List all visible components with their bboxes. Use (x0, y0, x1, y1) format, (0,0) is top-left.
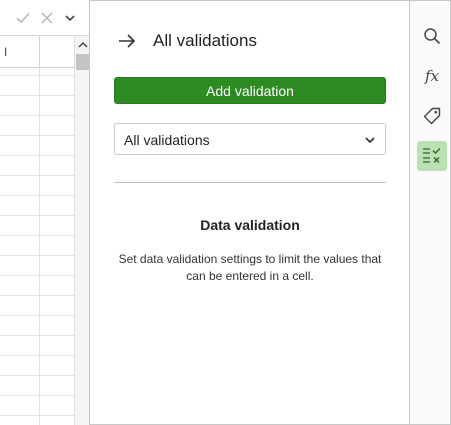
spreadsheet-area: I (0, 0, 90, 425)
collapse-panel-button[interactable] (117, 31, 137, 51)
sidebar-functions-button[interactable]: fx (417, 61, 447, 91)
sidebar-search-button[interactable] (417, 21, 447, 51)
chevron-down-icon (363, 133, 377, 147)
x-icon (41, 12, 53, 24)
chevron-down-icon (65, 15, 75, 22)
column-header-row: I (0, 36, 74, 68)
search-icon (424, 28, 441, 45)
empty-state-title: Data validation (200, 217, 300, 233)
formula-bar (0, 0, 89, 36)
arrow-right-icon (119, 34, 136, 48)
divider (114, 182, 386, 183)
chevron-up-icon (78, 41, 88, 48)
cell-grid[interactable] (0, 68, 74, 425)
column-divider[interactable] (39, 36, 40, 68)
data-validation-icon (423, 148, 441, 163)
confirm-button[interactable] (13, 8, 33, 28)
function-icon: fx (424, 67, 439, 85)
add-validation-button[interactable]: Add validation (114, 77, 386, 104)
validation-filter-select[interactable]: All validations (114, 123, 386, 155)
sidebar-tags-button[interactable] (417, 101, 447, 131)
cancel-button[interactable] (37, 8, 57, 28)
vertical-scrollbar[interactable] (74, 36, 89, 425)
scroll-up-button[interactable] (77, 40, 89, 50)
right-sidebar: fx (409, 1, 450, 424)
tag-icon (423, 107, 441, 125)
expand-formula-button[interactable] (60, 8, 80, 28)
scrollbar-thumb[interactable] (76, 54, 89, 70)
check-icon (16, 12, 30, 24)
sidebar-data-validation-button[interactable] (417, 141, 447, 171)
column-header[interactable]: I (4, 45, 7, 59)
empty-state-description: Set data validation settings to limit th… (118, 252, 382, 283)
panel-header: All validations (91, 21, 409, 61)
select-value: All validations (124, 132, 210, 148)
panel-title: All validations (153, 31, 257, 50)
validation-panel: All validations Add validation All valid… (91, 1, 409, 424)
